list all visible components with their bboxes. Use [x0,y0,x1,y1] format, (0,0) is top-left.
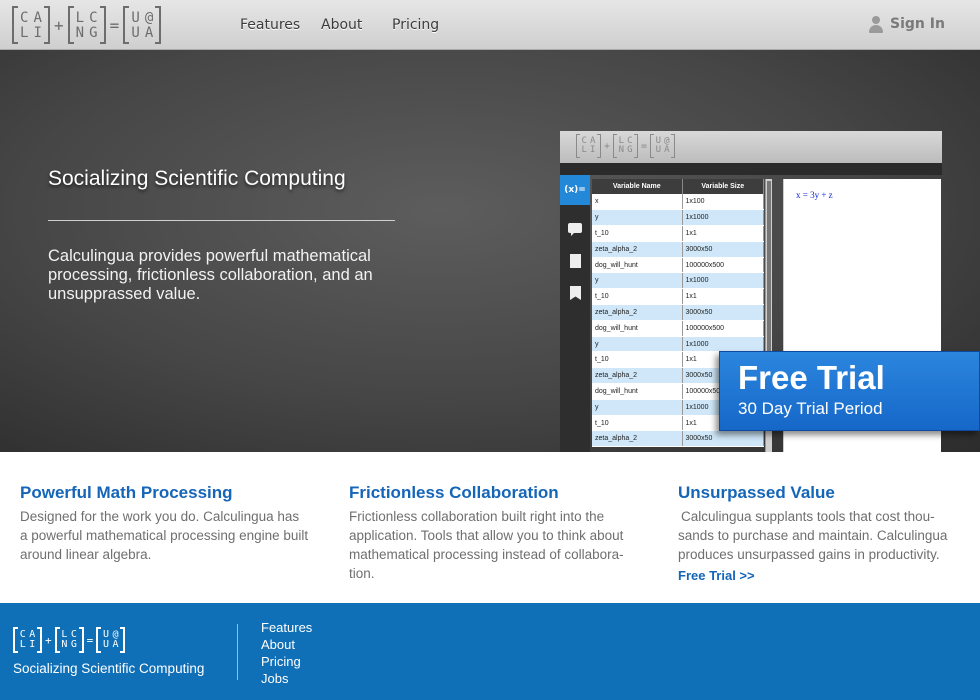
feature-text: Frictionless collaboration built right i… [349,509,624,581]
nav-about-link[interactable]: About [321,17,362,33]
variable-size-cell: 1x1 [682,225,764,242]
feature-math-processing: Powerful Math Processing Designed for th… [20,483,310,564]
feature-collaboration: Frictionless Collaboration Frictionless … [349,483,639,583]
footer-pricing-link[interactable]: Pricing [261,653,312,670]
footer-nav: Features About Pricing Jobs [261,619,312,687]
table-row[interactable]: y 1x1000 [592,209,764,227]
variable-size-cell: 3000x50 [682,241,764,258]
feature-title: Powerful Math Processing [20,483,233,502]
feature-text: Calculingua supplants tools that cost th… [678,509,948,562]
variable-size-cell: 1x1000 [682,272,764,290]
footer-divider [237,624,238,680]
footer-tagline: Socializing Scientific Computing [13,661,205,676]
variable-name-cell: zeta_alpha_2 [592,367,683,385]
free-trial-link[interactable]: Free Trial >> [678,568,968,583]
variable-name-cell: dog_will_hunt [592,383,683,400]
logo-equals: = [109,15,120,35]
free-trial-banner[interactable]: Free Trial 30 Day Trial Period [719,351,980,431]
table-row[interactable]: dog_will_hunt 100000x500 [592,257,764,274]
variable-name-cell: y [592,209,683,227]
variable-name-cell: t_10 [592,225,683,242]
variable-name-cell: y [592,399,683,416]
column-header-name[interactable]: Variable Name [592,179,683,194]
user-icon [868,15,884,33]
logo-matrix-3: U @ UA [123,6,162,44]
variable-size-cell: 1x100 [682,194,764,211]
sign-in-label: Sign In [890,16,945,32]
variable-name-cell: t_10 [592,351,683,369]
feature-title: Unsurpassed Value [678,483,835,502]
variable-name-cell: zeta_alpha_2 [592,241,683,258]
hero-description: Calculingua provides powerful mathematic… [48,247,373,303]
footer-jobs-link[interactable]: Jobs [261,670,312,687]
variable-name-cell: x [592,194,683,211]
table-row[interactable]: dog_will_hunt 100000x500 [592,320,764,337]
app-preview-header: CA LI + LC NG = U @ UA [560,131,942,163]
variable-size-cell: 3000x50 [682,430,764,448]
variable-name-cell: t_10 [592,288,683,306]
fx-tab[interactable]: (x)= [560,175,590,205]
feature-value: Unsurpassed Value Calculingua supplants … [678,483,968,583]
nav-pricing-link[interactable]: Pricing [392,17,439,33]
nav-features-link[interactable]: Features [240,17,300,33]
table-row[interactable]: t_10 1x1 [592,288,764,306]
top-header: CA LI + LC NG = U @ UA Features About Pr… [0,0,980,50]
variable-size-cell: 3000x50 [682,304,764,321]
document-icon[interactable] [560,247,590,277]
formula-text: x = 3y + z [796,190,833,200]
variable-name-cell: zeta_alpha_2 [592,430,683,448]
feature-text: Designed for the work you do. Calculingu… [20,509,309,562]
table-row[interactable]: zeta_alpha_2 3000x50 [592,241,764,258]
table-row[interactable]: t_10 1x1 [592,225,764,242]
footer-about-link[interactable]: About [261,636,312,653]
footer-logo[interactable]: CA LI + LC NG = U @ UA [13,627,126,653]
table-row[interactable]: y 1x1000 [592,272,764,290]
variable-size-cell: 1x1000 [682,336,764,353]
logo-matrix-2: LC NG [67,6,106,44]
table-row[interactable]: zeta_alpha_2 3000x50 [592,430,764,448]
hero-title: Socializing Scientific Computing [48,167,346,190]
free-trial-title: Free Trial [738,359,885,396]
feature-title: Frictionless Collaboration [349,483,559,502]
free-trial-subtitle: 30 Day Trial Period [738,399,883,418]
logo-plus: + [54,15,64,35]
hero-divider [48,220,395,221]
table-row[interactable]: zeta_alpha_2 3000x50 [592,304,764,321]
variable-size-cell: 100000x500 [682,257,764,274]
variable-name-cell: y [592,336,683,353]
app-preview-toolbar [560,163,942,175]
variable-name-cell: zeta_alpha_2 [592,304,683,321]
table-row[interactable]: x 1x100 [592,194,764,211]
column-header-size[interactable]: Variable Size [682,179,764,194]
table-row[interactable]: y 1x1000 [592,336,764,353]
variable-name-cell: t_10 [592,415,683,432]
bookmark-icon[interactable] [560,279,590,309]
variable-size-cell: 100000x500 [682,320,764,337]
app-preview-logo: CA LI + LC NG = U @ UA [576,134,676,158]
sign-in-button[interactable]: Sign In [868,15,945,33]
footer-features-link[interactable]: Features [261,619,312,636]
variable-name-cell: dog_will_hunt [592,320,683,337]
footer: CA LI + LC NG = U @ UA Socializing Scient… [0,603,980,700]
variable-name-cell: y [592,272,683,290]
variable-name-cell: dog_will_hunt [592,257,683,274]
app-sidebar: (x)= [560,175,590,452]
logo-matrix-1: CA LI [12,6,50,44]
chat-icon[interactable] [560,215,590,245]
variable-size-cell: 1x1000 [682,209,764,227]
variable-size-cell: 1x1 [682,288,764,306]
calculingua-logo[interactable]: CA LI + LC NG = U @ UA [12,6,162,44]
